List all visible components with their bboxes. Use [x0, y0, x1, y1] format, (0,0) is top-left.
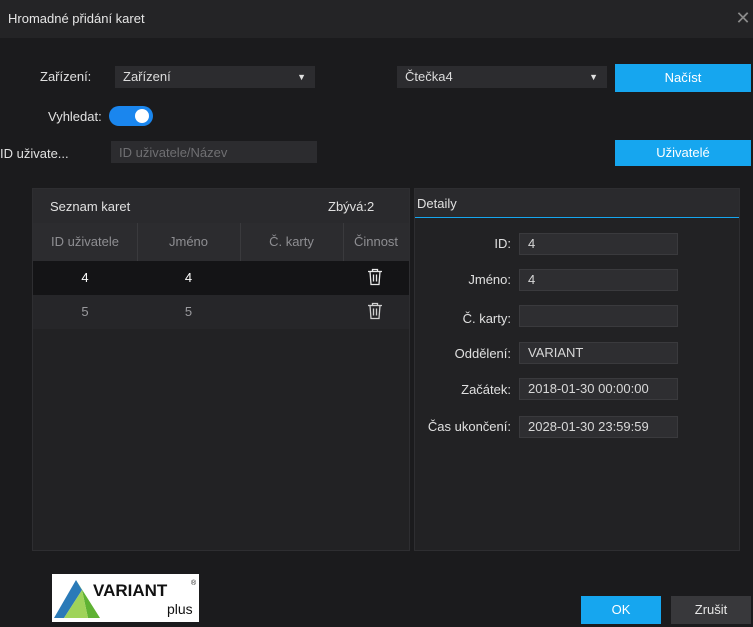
close-icon[interactable]: ✕	[733, 6, 753, 30]
device-select[interactable]: Zařízení ▼	[115, 66, 315, 88]
cell-name: 4	[184, 270, 193, 285]
users-button[interactable]: Uživatelé	[615, 140, 751, 166]
dialog-title: Hromadné přidání karet	[8, 11, 145, 26]
user-id-label: ID uživate...	[0, 146, 69, 161]
detail-label-card-no: Č. karty:	[462, 311, 511, 326]
reader-select[interactable]: Čtečka4 ▼	[397, 66, 607, 88]
detail-label-id: ID:	[494, 236, 511, 251]
table-row[interactable]: 4 4	[33, 261, 409, 295]
detail-field-name[interactable]: 4	[519, 269, 678, 291]
logo-brand-text: VARIANT	[93, 581, 168, 600]
chevron-down-icon: ▼	[589, 72, 598, 82]
cancel-button[interactable]: Zrušit	[671, 596, 751, 624]
column-header-action[interactable]: Činnost	[343, 223, 409, 261]
column-header-name[interactable]: Jméno	[137, 223, 240, 261]
cell-name: 5	[184, 304, 193, 319]
details-header: Detaily	[415, 189, 739, 218]
cell-user-id: 4	[81, 270, 89, 285]
detail-field-start[interactable]: 2018-01-30 00:00:00	[519, 378, 678, 400]
logo-sub-text: plus	[167, 601, 193, 617]
card-list-panel: Seznam karet Zbývá:2 ID uživatele Jméno …	[32, 188, 410, 551]
detail-field-id[interactable]: 4	[519, 233, 678, 255]
column-header-user-id[interactable]: ID uživatele	[33, 223, 137, 261]
search-label: Vyhledat:	[48, 109, 102, 124]
table-row[interactable]: 5 5	[33, 295, 409, 329]
cell-card-no	[240, 261, 343, 295]
table-header: ID uživatele Jméno Č. karty Činnost	[33, 223, 409, 262]
cell-card-no	[240, 295, 343, 329]
toggle-knob	[135, 109, 149, 123]
bulk-add-cards-dialog: Hromadné přidání karet ✕ Zařízení: Zaříz…	[0, 0, 753, 627]
load-button[interactable]: Načíst	[615, 64, 751, 92]
detail-label-start: Začátek:	[461, 382, 511, 397]
detail-label-name: Jméno:	[468, 272, 511, 287]
detail-label-end: Čas ukončení:	[427, 419, 511, 434]
reader-select-value: Čtečka4	[405, 69, 453, 84]
column-header-card-no[interactable]: Č. karty	[240, 223, 343, 261]
search-toggle[interactable]	[109, 106, 153, 126]
title-bar: Hromadné přidání karet ✕	[0, 0, 753, 38]
remaining-count: Zbývá:2	[328, 199, 375, 214]
variant-plus-logo: VARIANT ® plus	[52, 574, 199, 622]
trash-icon[interactable]	[367, 302, 383, 323]
cell-user-id: 5	[81, 304, 89, 319]
card-list-header: Seznam karet Zbývá:2	[33, 189, 409, 223]
detail-field-card-no[interactable]	[519, 305, 678, 327]
detail-label-department: Oddělení:	[454, 346, 511, 361]
logo-graphic: VARIANT ® plus	[54, 579, 197, 618]
ok-button[interactable]: OK	[581, 596, 661, 624]
logo-registered-mark: ®	[191, 579, 197, 587]
device-select-value: Zařízení	[123, 69, 171, 84]
chevron-down-icon: ▼	[297, 72, 306, 82]
device-label: Zařízení:	[40, 69, 92, 84]
trash-icon[interactable]	[367, 268, 383, 289]
details-panel: Detaily ID: 4 Jméno: 4 Č. karty: Oddělen…	[414, 188, 740, 551]
user-id-search-input[interactable]	[111, 141, 317, 163]
detail-field-end[interactable]: 2028-01-30 23:59:59	[519, 416, 678, 438]
detail-field-department[interactable]: VARIANT	[519, 342, 678, 364]
details-title: Detaily	[417, 196, 457, 211]
card-list-title: Seznam karet	[50, 199, 131, 214]
